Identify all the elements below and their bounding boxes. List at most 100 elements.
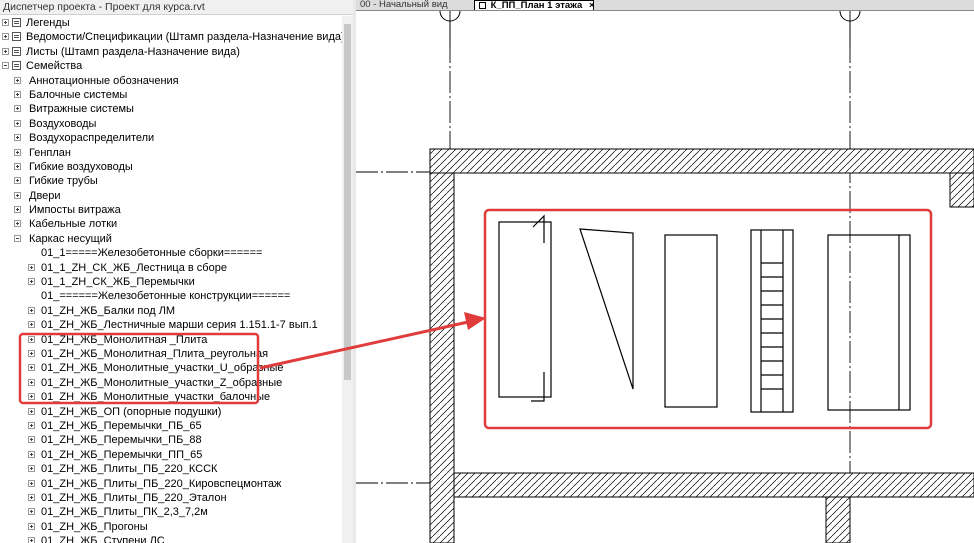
tree-item[interactable]: Двери	[0, 189, 342, 203]
expand-icon[interactable]	[14, 220, 21, 228]
tree-item-label: 01_ZH_ЖБ_Монолитные_участки_Z_образные	[41, 376, 283, 389]
tree-item[interactable]: 01_ZH_ЖБ_Монолитные_участки_Z_образные	[0, 376, 342, 390]
expand-icon[interactable]	[28, 306, 35, 314]
tree-item[interactable]: 01_ZH_ЖБ_Плиты_ПБ_220_Эталон	[0, 491, 342, 505]
tree-item[interactable]: Кабельные лотки	[0, 217, 342, 231]
expand-icon[interactable]	[28, 263, 35, 271]
tree-item[interactable]: 01_ZH_ЖБ_Перемычки_ПБ_65	[0, 419, 342, 433]
tree-item[interactable]: Воздухораспределители	[0, 131, 342, 145]
tree-item[interactable]: 01_ZH_ЖБ_Монолитные_участки_балочные	[0, 390, 342, 404]
project-browser: Диспетчер проекта - Проект для курса.rvt…	[0, 0, 353, 543]
expand-icon[interactable]	[2, 33, 9, 41]
tree-item[interactable]: 01_ZH_ЖБ_Монолитная _Плита	[0, 333, 342, 347]
tree-item[interactable]: Гибкие трубы	[0, 174, 342, 188]
expand-icon[interactable]	[28, 378, 35, 386]
expand-icon[interactable]	[14, 206, 21, 214]
tree-item[interactable]: Генплан	[0, 146, 342, 160]
tree-item-label: 01_ZH_ЖБ_Плиты_ПБ_220_КССК	[41, 463, 218, 476]
expand-icon[interactable]	[28, 321, 35, 329]
tree-item[interactable]: 01_ZH_ЖБ_Перемычки_ПП_65	[0, 448, 342, 462]
tree-item-label: 01_1=====Железобетонные сборки======	[41, 247, 263, 260]
tree-item-label: 01_ZH_ЖБ_Монолитные_участки_U_образные	[41, 362, 284, 375]
view-list-icon	[12, 32, 21, 42]
expand-icon[interactable]	[28, 407, 35, 415]
expand-icon[interactable]	[2, 19, 9, 26]
tree-item-label: 01_ZH_ЖБ_Перемычки_ПБ_88	[41, 434, 202, 447]
tree-item[interactable]: Балочные системы	[0, 88, 342, 102]
tree-item[interactable]: 01_ZH_ЖБ_Плиты_ПБ_220_Кировспецмонтаж	[0, 477, 342, 491]
tree-item[interactable]: Легенды	[0, 16, 342, 30]
tree-item[interactable]: 01_ZH_ЖБ_Балки под ЛМ	[0, 304, 342, 318]
expand-icon[interactable]	[28, 436, 35, 444]
tree-item[interactable]: 01_ZH_ЖБ_Перемычки_ПБ_88	[0, 433, 342, 447]
expand-icon[interactable]	[28, 522, 35, 530]
tree-item[interactable]: Витражные системы	[0, 102, 342, 116]
tree-item[interactable]: Ведомости/Спецификации (Штамп раздела-На…	[0, 30, 345, 44]
tree-item-label: 01_======Железобетонные конструкции=====…	[41, 290, 291, 303]
expand-icon[interactable]	[28, 335, 35, 343]
tree-item[interactable]: Воздуховоды	[0, 117, 342, 131]
collapse-icon[interactable]	[2, 62, 9, 70]
expand-icon[interactable]	[28, 278, 35, 286]
tree-item-label: Легенды	[26, 17, 70, 29]
expand-icon[interactable]	[28, 349, 35, 357]
tab-floor-plan-label: К_ПП_План 1 этажа	[490, 0, 583, 11]
tree-item[interactable]: Листы (Штамп раздела-Назначение вида)	[0, 45, 342, 59]
tree-item[interactable]: Импосты витража	[0, 203, 342, 217]
tree-item-label: 01_ZH_ЖБ_Перемычки_ПБ_65	[41, 419, 202, 432]
expand-icon[interactable]	[28, 393, 35, 401]
tree-item-label: Аннотационные обозначения	[29, 74, 179, 87]
expand-icon[interactable]	[2, 47, 9, 55]
expand-icon[interactable]	[14, 148, 21, 156]
expand-icon[interactable]	[28, 537, 35, 543]
tree-item[interactable]: 01_ZH_ЖБ_Ступени ЛС	[0, 534, 342, 543]
tree-item[interactable]: Гибкие воздуховоды	[0, 160, 342, 174]
expand-icon[interactable]	[28, 364, 35, 372]
expand-icon[interactable]	[28, 465, 35, 473]
tab-floor-plan[interactable]: К_ПП_План 1 этажа ×	[474, 0, 595, 11]
tree-item[interactable]: 01_ZH_ЖБ_Лестничные марши серия 1.151.1-…	[0, 318, 342, 332]
tree-item[interactable]: 01_======Железобетонные конструкции=====…	[0, 289, 342, 303]
tree-item[interactable]: 01_ZH_ЖБ_Плиты_ПК_2,3_7,2м	[0, 505, 342, 519]
tree-item-label: 01_1_ZH_СК_ЖБ_Перемычки	[41, 276, 195, 289]
view-list-icon	[12, 61, 21, 71]
close-icon[interactable]: ×	[589, 0, 595, 11]
tree-item[interactable]: 01_ZH_ЖБ_Монолитная_Плита_реугольная	[0, 347, 342, 361]
expand-icon[interactable]	[14, 134, 21, 142]
expand-icon[interactable]	[14, 162, 21, 170]
expand-icon[interactable]	[28, 479, 35, 487]
collapse-icon[interactable]	[14, 234, 21, 242]
scrollbar-thumb[interactable]	[344, 24, 351, 380]
tree-item[interactable]: 01_ZH_ЖБ_Плиты_ПБ_220_КССК	[0, 462, 342, 476]
tree-item[interactable]: Семейства	[0, 59, 342, 73]
tree-item-label: Гибкие воздуховоды	[29, 160, 133, 173]
tree-item-label: Ведомости/Спецификации (Штамп раздела-На…	[26, 31, 345, 44]
tree-item[interactable]: Аннотационные обозначения	[0, 74, 342, 88]
expand-icon[interactable]	[28, 421, 35, 429]
tree-item[interactable]: 01_ZH_ЖБ_Прогоны	[0, 520, 342, 534]
tree-item[interactable]: 01_1=====Железобетонные сборки======	[0, 246, 342, 260]
expand-icon[interactable]	[28, 508, 35, 516]
floor-plan-canvas[interactable]	[356, 11, 974, 543]
tree-item[interactable]: 01_ZH_ЖБ_Монолитные_участки_U_образные	[0, 361, 342, 375]
tree-item[interactable]: Каркас несущий	[0, 232, 342, 246]
browser-scrollbar[interactable]	[342, 16, 353, 543]
family-triangular-plate-sample	[579, 228, 634, 390]
family-plate-sample	[498, 214, 552, 402]
expand-icon[interactable]	[14, 76, 21, 84]
expand-icon[interactable]	[28, 450, 35, 458]
expand-icon[interactable]	[14, 177, 21, 185]
expand-icon[interactable]	[14, 191, 21, 199]
tree-item-label: Балочные системы	[29, 88, 128, 101]
tree-item[interactable]: 01_ZH_ЖБ_ОП (опорные подушки)	[0, 405, 342, 419]
expand-icon[interactable]	[14, 90, 21, 98]
expand-icon[interactable]	[14, 119, 21, 127]
wall-bottom	[453, 472, 974, 543]
tree-item[interactable]: 01_1_ZH_СК_ЖБ_Перемычки	[0, 275, 342, 289]
expand-icon[interactable]	[28, 493, 35, 501]
tab-start-view[interactable]: 00 - Начальный вид	[356, 0, 468, 10]
tab-start-view-label: 00 - Начальный вид	[360, 0, 448, 10]
tree-item[interactable]: 01_1_ZH_СК_ЖБ_Лестница в сборе	[0, 261, 342, 275]
expand-icon[interactable]	[14, 105, 21, 113]
tree-item-label: 01_1_ZH_СК_ЖБ_Лестница в сборе	[41, 261, 227, 274]
